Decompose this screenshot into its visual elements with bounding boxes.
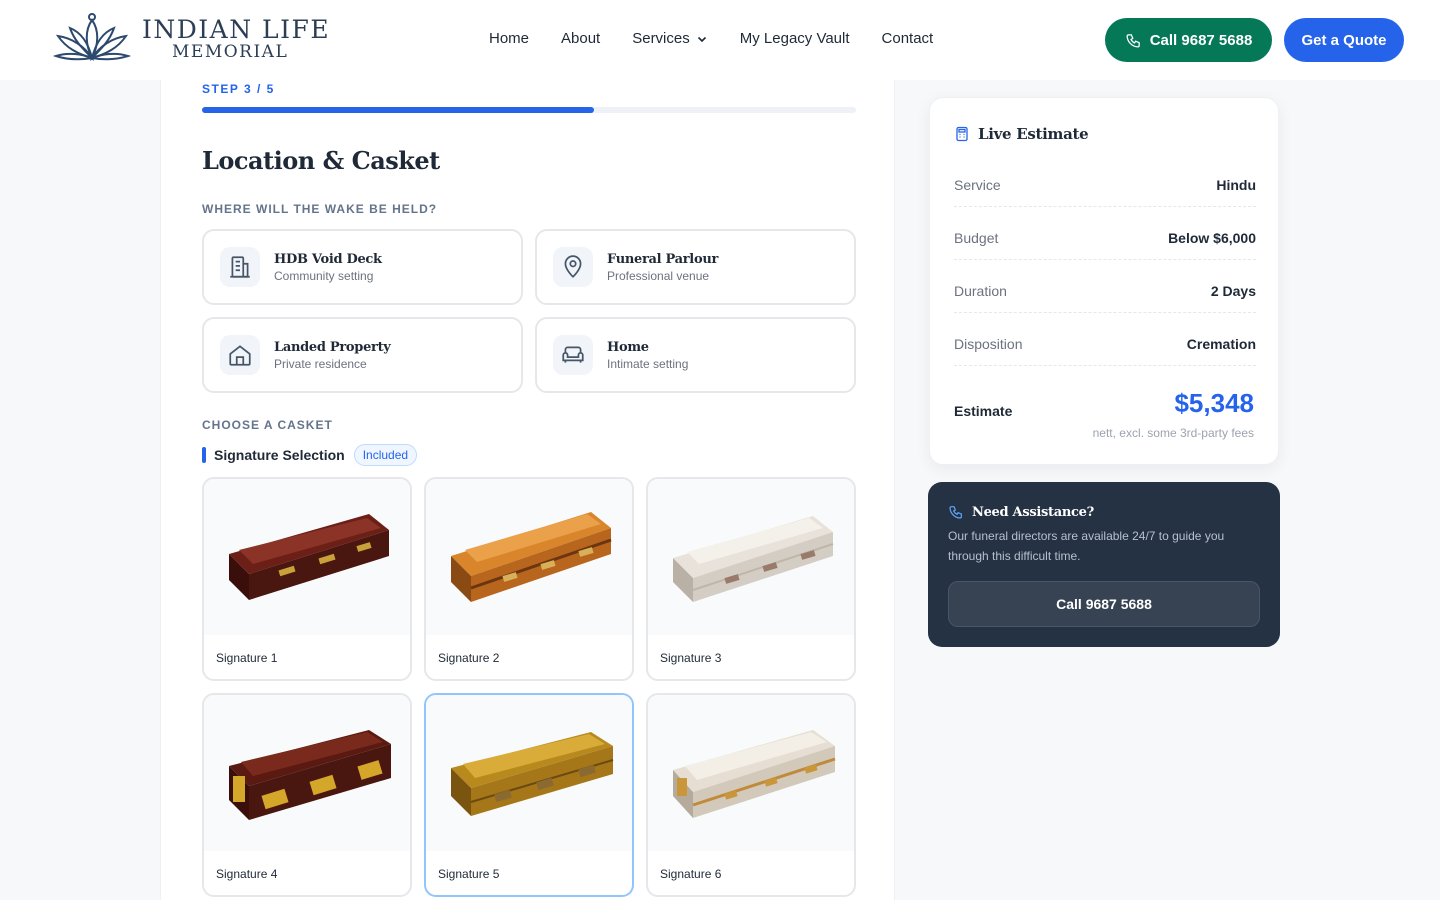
estimate-row-service: Service Hindu: [954, 177, 1256, 207]
nav-about[interactable]: About: [561, 30, 600, 47]
brand-logo[interactable]: INDIAN LIFE MEMORIAL: [52, 12, 330, 66]
assistance-text: Our funeral directors are available 24/7…: [948, 529, 1225, 563]
casket-name: Signature 2: [438, 651, 500, 665]
assistance-call-button[interactable]: Call 9687 5688: [948, 581, 1260, 627]
nav-legacy-vault[interactable]: My Legacy Vault: [740, 30, 850, 47]
wake-option-subtitle: Community setting: [274, 268, 374, 283]
progress-fill: [202, 107, 595, 113]
wake-question: WHERE WILL THE WAKE BE HELD?: [202, 202, 438, 216]
casket-image: [451, 732, 614, 816]
live-estimate-card: Live Estimate Service Hindu Budget Below…: [929, 97, 1279, 465]
casket-group-title: Signature Selection: [214, 447, 345, 463]
estimate-note: nett, excl. some 3rd-party fees: [1092, 426, 1254, 440]
map-pin-icon: [564, 255, 582, 278]
wake-option-title: Landed Property: [274, 339, 391, 355]
casket-image: [229, 730, 391, 820]
casket-card-signature-4[interactable]: Signature 4: [202, 693, 412, 897]
estimate-row-label: Budget: [954, 230, 999, 246]
estimate-row-label: Duration: [954, 283, 1007, 299]
casket-name: Signature 5: [438, 867, 500, 881]
casket-name: Signature 6: [660, 867, 722, 881]
wake-option-title: Funeral Parlour: [607, 251, 719, 267]
casket-name: Signature 3: [660, 651, 722, 665]
estimate-title: Live Estimate: [978, 125, 1089, 143]
nav-contact[interactable]: Contact: [882, 30, 934, 47]
estimate-row-label: Service: [954, 177, 1001, 193]
casket-image: [673, 730, 836, 818]
estimate-row-budget: Budget Below $6,000: [954, 230, 1256, 260]
wake-option-title: Home: [607, 339, 649, 355]
casket-image: [451, 512, 612, 602]
estimate-row-label: Disposition: [954, 336, 1023, 352]
casket-card-signature-1[interactable]: Signature 1: [202, 477, 412, 681]
section-title: Location & Casket: [202, 146, 440, 175]
wake-option-subtitle: Intimate setting: [607, 356, 689, 371]
estimate-row-value: Hindu: [1216, 177, 1256, 193]
call-button[interactable]: Call 9687 5688: [1105, 18, 1272, 62]
estimate-row-value: Below $6,000: [1168, 230, 1256, 246]
nav-services[interactable]: Services: [632, 30, 708, 47]
calculator-icon: [956, 126, 968, 142]
planner-form: STEP 3 / 5 Location & Casket WHERE WILL …: [160, 80, 895, 900]
main-nav: Home About Services My Legacy Vault Cont…: [489, 30, 933, 47]
casket-name: Signature 4: [216, 867, 278, 881]
nav-home[interactable]: Home: [489, 30, 529, 47]
included-badge: Included: [353, 444, 418, 466]
wake-option-hdb[interactable]: HDB Void Deck Community setting: [202, 229, 523, 305]
phone-icon: [949, 506, 962, 519]
casket-image: [673, 516, 834, 602]
casket-card-signature-3[interactable]: Signature 3: [646, 477, 856, 681]
casket-group-header: Signature Selection Included: [202, 444, 418, 466]
progress-bar: [202, 107, 856, 113]
estimate-total-value: $5,348: [1174, 388, 1254, 418]
casket-card-signature-2[interactable]: Signature 2: [424, 477, 634, 681]
wake-option-landed[interactable]: Landed Property Private residence: [202, 317, 523, 393]
casket-name: Signature 1: [216, 651, 278, 665]
casket-image: [229, 514, 389, 600]
wake-option-parlour[interactable]: Funeral Parlour Professional venue: [535, 229, 856, 305]
phone-icon: [1126, 33, 1140, 48]
wake-option-title: HDB Void Deck: [274, 251, 382, 267]
estimate-row-duration: Duration 2 Days: [954, 283, 1256, 313]
sofa-icon: [562, 346, 584, 363]
building-icon: [230, 256, 250, 278]
get-quote-button[interactable]: Get a Quote: [1284, 18, 1404, 62]
site-header: INDIAN LIFE MEMORIAL Home About Services…: [0, 0, 1440, 80]
brand-subname: MEMORIAL: [172, 42, 289, 62]
accent-bar: [202, 447, 206, 463]
estimate-total-label: Estimate: [954, 403, 1013, 419]
lotus-icon: [52, 13, 132, 62]
estimate-row-value: 2 Days: [1210, 283, 1256, 299]
wake-option-subtitle: Professional venue: [607, 268, 710, 283]
chevron-down-icon: [697, 36, 706, 42]
estimate-row-disposition: Disposition Cremation: [954, 336, 1256, 366]
casket-card-signature-6[interactable]: Signature 6: [646, 693, 856, 897]
wake-option-subtitle: Private residence: [274, 356, 367, 371]
step-indicator: STEP 3 / 5: [202, 82, 275, 96]
call-button-label: Call 9687 5688: [1149, 31, 1253, 49]
casket-card-signature-5[interactable]: Signature 5: [424, 693, 634, 897]
assistance-title: Need Assistance?: [972, 504, 1094, 520]
house-icon: [229, 345, 251, 366]
estimate-row-value: Cremation: [1186, 336, 1256, 352]
wake-option-home[interactable]: Home Intimate setting: [535, 317, 856, 393]
nav-services-label: Services: [632, 30, 690, 47]
assistance-card: Need Assistance? Our funeral directors a…: [928, 482, 1280, 647]
brand-name: INDIAN LIFE: [142, 15, 331, 44]
casket-question: CHOOSE A CASKET: [202, 418, 333, 432]
